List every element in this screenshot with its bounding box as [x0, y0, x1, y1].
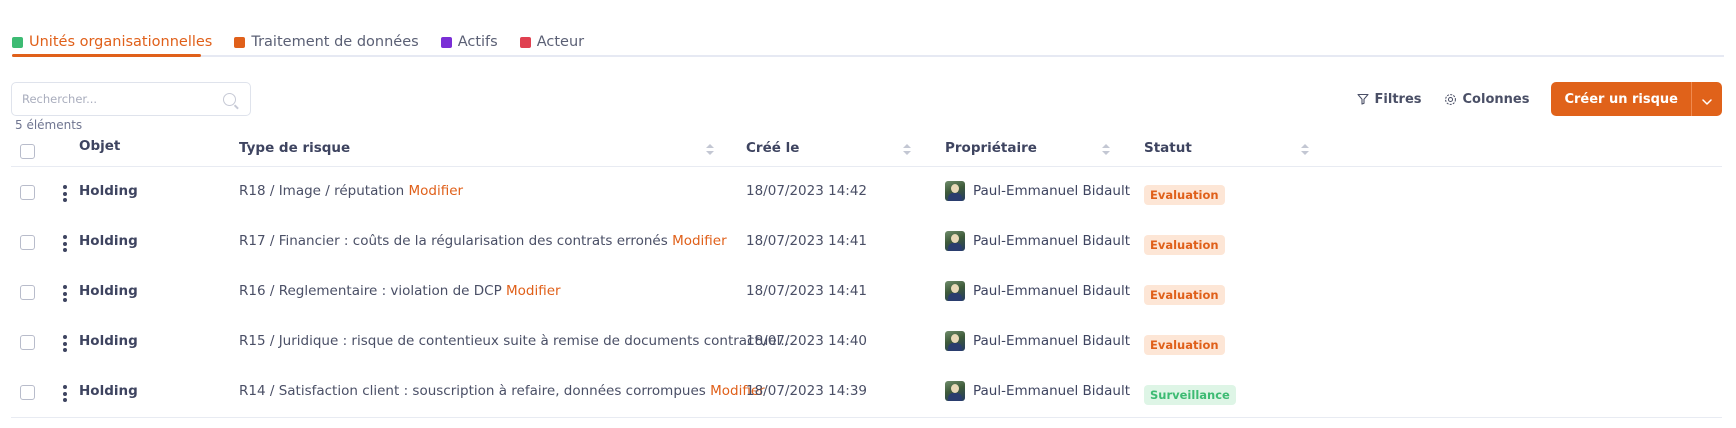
tab-label: Acteur [536, 34, 585, 50]
column-proprietaire[interactable]: Propriétaire [945, 140, 1037, 156]
cell-proprietaire: Paul-Emmanuel Bidault [973, 183, 1131, 199]
results-count: 5 éléments [15, 118, 83, 132]
cell-type-de-risque: R14 / Satisfaction client : souscription… [239, 383, 765, 399]
column-type-de-risque[interactable]: Type de risque [239, 140, 350, 156]
table-row[interactable]: Holding R14 / Satisfaction client : sous… [11, 368, 1722, 418]
avatar [945, 281, 965, 301]
cell-proprietaire: Paul-Emmanuel Bidault [973, 383, 1131, 399]
monitor-icon [440, 36, 452, 48]
cell-type-de-risque: R17 / Financier : coûts de la régularisa… [239, 233, 727, 249]
search-box [11, 82, 251, 116]
cell-objet: Holding [79, 333, 138, 349]
gear-icon [1444, 93, 1457, 106]
cell-type-de-risque: R16 / Reglementaire : violation de DCP M… [239, 283, 561, 299]
cell-proprietaire: Paul-Emmanuel Bidault [973, 283, 1131, 299]
table-row[interactable]: Holding R18 / Image / réputation Modifie… [11, 168, 1722, 218]
risk-type-text: R18 / Image / réputation [239, 183, 405, 199]
row-menu-icon[interactable] [62, 335, 68, 352]
risk-type-text: R14 / Satisfaction client : souscription… [239, 383, 706, 399]
active-tab-indicator [12, 54, 201, 57]
create-risk-button[interactable]: Créer un risque [1551, 82, 1691, 116]
risk-type-text: R16 / Reglementaire : violation de DCP [239, 283, 502, 299]
columns-button[interactable]: Colonnes [1444, 91, 1530, 107]
status-badge: Evaluation [1144, 285, 1225, 305]
row-checkbox[interactable] [20, 235, 35, 250]
cell-cree-le: 18/07/2023 14:39 [746, 383, 868, 399]
table-row[interactable]: Holding R15 / Juridique : risque de cont… [11, 318, 1722, 368]
tab-label: Actifs [457, 34, 498, 50]
cell-type-de-risque: R18 / Image / réputation Modifier [239, 183, 463, 199]
filter-icon [1356, 93, 1369, 105]
status-badge: Evaluation [1144, 235, 1225, 255]
filters-label: Filtres [1374, 91, 1422, 107]
column-objet: Objet [79, 138, 121, 154]
filters-button[interactable]: Filtres [1356, 91, 1422, 107]
modify-link[interactable]: Modifier [672, 233, 727, 249]
tab-actifs[interactable]: Actifs [440, 28, 498, 56]
column-statut[interactable]: Statut [1144, 140, 1192, 156]
modify-link[interactable]: Modifier [409, 183, 464, 199]
cell-cree-le: 18/07/2023 14:41 [746, 233, 868, 249]
cell-cree-le: 18/07/2023 14:41 [746, 283, 868, 299]
avatar [945, 231, 965, 251]
row-menu-icon[interactable] [62, 185, 68, 202]
status-badge: Evaluation [1144, 185, 1225, 205]
risk-type-text: R15 / Juridique : risque de contentieux … [239, 333, 794, 349]
create-risk-split-button: Créer un risque [1551, 82, 1722, 116]
document-icon [234, 36, 246, 48]
avatar [945, 331, 965, 351]
tab-label: Unités organisationnelles [29, 34, 213, 50]
sort-icon[interactable] [1301, 144, 1309, 156]
avatar [945, 381, 965, 401]
sort-icon[interactable] [706, 144, 714, 156]
cell-type-de-risque: R15 / Juridique : risque de contentieux … [239, 333, 793, 349]
row-menu-icon[interactable] [62, 385, 68, 402]
modify-link[interactable]: Modifier [506, 283, 561, 299]
cell-objet: Holding [79, 183, 138, 199]
tab-unites-organisationnelles[interactable]: Unités organisationnelles [12, 28, 212, 56]
sort-icon[interactable] [903, 144, 911, 156]
toolbar: Filtres Colonnes Créer un risque [1356, 82, 1722, 116]
status-badge: Surveillance [1144, 385, 1236, 405]
chevron-down-icon [1702, 90, 1712, 109]
cell-objet: Holding [79, 233, 138, 249]
tab-label: Traitement de données [251, 34, 419, 50]
row-checkbox[interactable] [20, 385, 35, 400]
column-cree-le[interactable]: Créé le [746, 140, 799, 156]
row-menu-icon[interactable] [62, 235, 68, 252]
sort-icon[interactable] [1102, 144, 1110, 156]
search-icon [223, 93, 236, 106]
status-badge: Evaluation [1144, 335, 1225, 355]
building-icon [12, 36, 23, 48]
row-menu-icon[interactable] [62, 285, 68, 302]
create-risk-dropdown[interactable] [1691, 82, 1722, 116]
search-input[interactable] [22, 92, 212, 106]
table-header: Objet Type de risque Créé le Propriétair… [11, 136, 1722, 167]
cell-objet: Holding [79, 383, 138, 399]
avatar [945, 181, 965, 201]
tab-divider [12, 55, 1724, 57]
cell-proprietaire: Paul-Emmanuel Bidault [973, 333, 1131, 349]
select-all-checkbox[interactable] [20, 144, 35, 159]
tab-traitement-de-donnees[interactable]: Traitement de données [234, 28, 419, 56]
table-row[interactable]: Holding R16 / Reglementaire : violation … [11, 268, 1722, 318]
table-row[interactable]: Holding R17 / Financier : coûts de la ré… [11, 218, 1722, 268]
cell-objet: Holding [79, 283, 138, 299]
cell-cree-le: 18/07/2023 14:40 [746, 333, 868, 349]
row-checkbox[interactable] [20, 335, 35, 350]
tab-acteur[interactable]: Acteur [519, 28, 585, 56]
risk-type-text: R17 / Financier : coûts de la régularisa… [239, 233, 668, 249]
org-chart-icon [519, 36, 531, 48]
row-checkbox[interactable] [20, 185, 35, 200]
columns-label: Colonnes [1462, 91, 1530, 107]
row-checkbox[interactable] [20, 285, 35, 300]
cell-cree-le: 18/07/2023 14:42 [746, 183, 868, 199]
cell-proprietaire: Paul-Emmanuel Bidault [973, 233, 1131, 249]
